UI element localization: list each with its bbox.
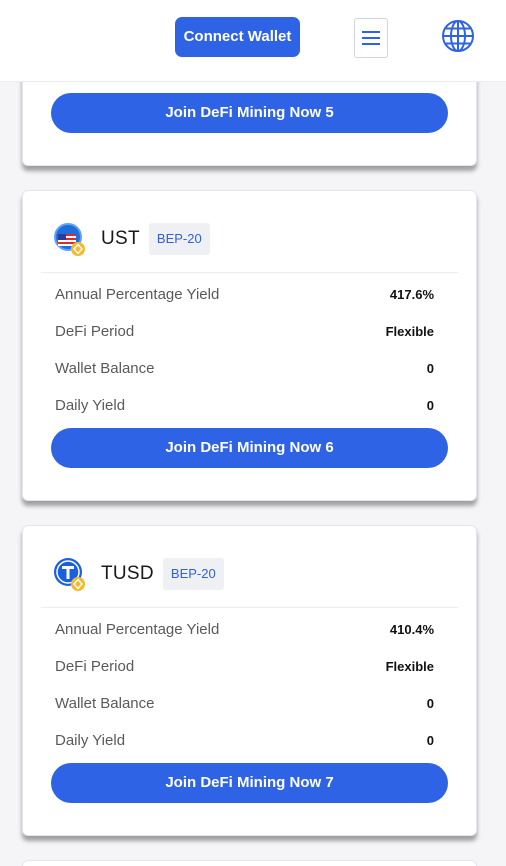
join-defi-mining-button[interactable]: Join DeFi Mining Now 6 bbox=[51, 428, 448, 468]
period-row: DeFi Period Flexible bbox=[55, 321, 434, 341]
network-badge: BEP-20 bbox=[148, 223, 210, 255]
coin-name: TUSD bbox=[101, 563, 154, 584]
apy-row: Annual Percentage Yield 417.6% bbox=[55, 284, 434, 304]
divider bbox=[41, 272, 458, 273]
defi-card-tusd: TUSD BEP-20 Annual Percentage Yield 410.… bbox=[22, 525, 477, 836]
row-value: 410.4% bbox=[389, 621, 434, 637]
hamburger-menu-icon bbox=[362, 31, 380, 45]
row-value: Flexible bbox=[385, 658, 434, 674]
row-label: Daily Yield bbox=[55, 731, 126, 749]
coin-header: TUSD BEP-20 bbox=[53, 557, 224, 591]
defi-card-8 bbox=[22, 860, 477, 866]
join-defi-mining-button[interactable]: Join DeFi Mining Now 5 bbox=[51, 93, 448, 133]
tusd-coin-icon bbox=[53, 557, 87, 591]
page: Join DeFi Mining Now 5 UST BEP-20 Annual… bbox=[0, 0, 506, 866]
network-badge: BEP-20 bbox=[162, 558, 224, 590]
row-value: 0 bbox=[426, 695, 434, 711]
top-header: Connect Wallet bbox=[0, 0, 506, 82]
connect-wallet-button[interactable]: Connect Wallet bbox=[175, 17, 300, 57]
wallet-balance-row: Wallet Balance 0 bbox=[55, 693, 434, 713]
coin-header: UST BEP-20 bbox=[53, 222, 210, 256]
row-label: Annual Percentage Yield bbox=[55, 285, 220, 303]
row-value: 0 bbox=[426, 397, 434, 413]
row-value: 417.6% bbox=[389, 286, 434, 302]
row-value: 0 bbox=[426, 360, 434, 376]
menu-button[interactable] bbox=[354, 18, 388, 58]
wallet-balance-row: Wallet Balance 0 bbox=[55, 358, 434, 378]
row-label: Annual Percentage Yield bbox=[55, 620, 220, 638]
row-label: Wallet Balance bbox=[55, 359, 155, 377]
daily-yield-row: Daily Yield 0 bbox=[55, 730, 434, 750]
divider bbox=[41, 607, 458, 608]
row-value: 0 bbox=[426, 732, 434, 748]
row-label: Daily Yield bbox=[55, 396, 126, 414]
defi-card-ust: UST BEP-20 Annual Percentage Yield 417.6… bbox=[22, 190, 477, 501]
apy-row: Annual Percentage Yield 410.4% bbox=[55, 619, 434, 639]
row-label: DeFi Period bbox=[55, 322, 135, 340]
globe-icon[interactable] bbox=[441, 19, 475, 53]
ust-flag-coin-icon bbox=[53, 222, 87, 256]
join-defi-mining-button[interactable]: Join DeFi Mining Now 7 bbox=[51, 763, 448, 803]
coin-name: UST bbox=[101, 228, 140, 249]
row-label: DeFi Period bbox=[55, 657, 135, 675]
period-row: DeFi Period Flexible bbox=[55, 656, 434, 676]
row-label: Wallet Balance bbox=[55, 694, 155, 712]
daily-yield-row: Daily Yield 0 bbox=[55, 395, 434, 415]
row-value: Flexible bbox=[385, 323, 434, 339]
